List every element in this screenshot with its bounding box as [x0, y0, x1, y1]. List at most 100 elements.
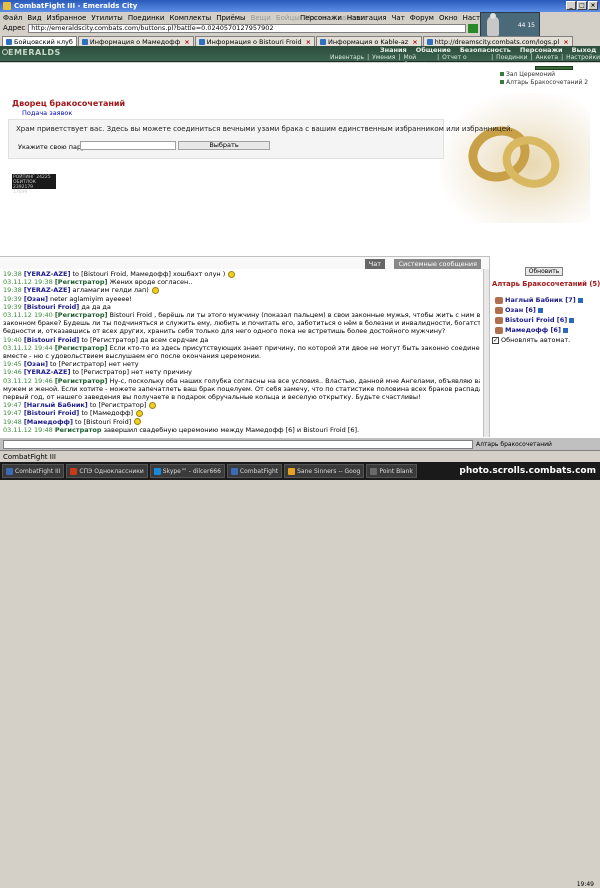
auto-refresh-option[interactable]: ✓ Обновлять автомат. — [492, 336, 570, 344]
minimize-button[interactable]: _ — [566, 1, 576, 10]
chat-author[interactable]: [Озан] — [24, 295, 48, 303]
tab-bistouri[interactable]: Информация о Bistouri Froid × — [194, 36, 316, 46]
chat-message: 19:45 [Озан] to [Регистратор] нет нету — [3, 360, 480, 368]
menu-utilities[interactable]: Утилиты — [91, 14, 123, 22]
chat-author[interactable]: [Bistouri Froid] — [24, 303, 79, 311]
nav-exit[interactable]: Выход — [572, 46, 597, 54]
taskbar-item[interactable]: Point Blank — [366, 464, 417, 478]
tab-label: Информация о Bistouri Froid — [206, 37, 302, 46]
user-info-icon[interactable] — [537, 307, 543, 313]
go-button[interactable] — [468, 23, 478, 33]
user-info-icon[interactable] — [577, 297, 583, 303]
menu-favorites[interactable]: Избранное — [47, 14, 87, 22]
chat-text: законном браке? Будешь ли ты подчиняться… — [3, 319, 480, 328]
room-user[interactable]: Мамедофф [6] — [495, 325, 583, 335]
chat-text: to [Bistouri Froid, Мамедофф] хошбахт ол… — [70, 270, 226, 278]
chat-author[interactable]: [YERAZ-AZE] — [24, 270, 71, 278]
pair-label: Укажите свою пару — [18, 143, 85, 151]
taskbar-item[interactable]: СПЭ Одноклассники — [66, 464, 148, 478]
location-altar[interactable]: Алтарь Бракосочетаний 2 — [500, 79, 588, 87]
chat-author[interactable]: Регистратор — [55, 426, 102, 434]
menu-items[interactable]: Вещи — [251, 14, 271, 22]
tab-icon — [198, 38, 205, 45]
nav-fights[interactable]: Поединки — [496, 54, 527, 62]
chat-input[interactable] — [3, 439, 473, 449]
taskbar-label: Skype™ - dilcer666 — [162, 467, 221, 475]
nav-profile[interactable]: Анкета — [536, 54, 559, 62]
menu-view[interactable]: Вид — [27, 14, 41, 22]
chat-author[interactable]: [YERAZ-AZE] — [24, 368, 71, 376]
maximize-button[interactable]: □ — [577, 1, 587, 10]
nav-inventory[interactable]: Инвентарь — [330, 54, 364, 62]
tab-close-icon[interactable]: × — [563, 38, 568, 46]
tab-label: Бойцовский клуб — [14, 37, 73, 46]
chat-author[interactable]: [Мамедофф] — [24, 418, 73, 426]
game-clock: 19:49 — [576, 881, 594, 888]
chat-author[interactable]: [Регистратор] — [55, 344, 108, 352]
tab-system-messages[interactable]: Системные сообщения — [394, 259, 481, 269]
nav-communication[interactable]: Общение — [416, 46, 451, 54]
taskbar-item[interactable]: Skype™ - dilcer666 — [149, 464, 225, 478]
chat-text: to [Мамедофф] — [79, 409, 134, 418]
nav-security[interactable]: Безопасность — [460, 46, 511, 54]
nav-knowledge[interactable]: Знания — [380, 46, 407, 54]
nav-settings[interactable]: Настройки — [566, 54, 600, 62]
tab-close-icon[interactable]: × — [184, 38, 189, 46]
menu-fights[interactable]: Поединки — [128, 14, 165, 22]
menu-navigation[interactable]: Навигация — [347, 14, 387, 22]
chat-text: Ну-с, поскольку оба наших голубка соглас… — [107, 376, 481, 385]
chat-message: 19:46 [YERAZ-AZE] to [Регистратор] нет н… — [3, 368, 480, 376]
menu-chat[interactable]: Чат — [392, 14, 405, 22]
refresh-button[interactable]: Обновить — [525, 267, 563, 276]
site-nav-primary: Знания Общение Безопасность Персонажи Вы… — [380, 46, 596, 54]
nav-scrapp[interactable]: Мой Скрапп — [403, 54, 434, 68]
chat-author[interactable]: [Bistouri Froid] — [24, 409, 79, 417]
menu-characters[interactable]: Персонажи — [300, 14, 342, 22]
nav-skills[interactable]: Умения — [372, 54, 395, 62]
menu-file[interactable]: Файл — [3, 14, 22, 22]
chat-message: 03.11.12 19:44 [Регистратор] Если кто-то… — [3, 344, 480, 352]
tab-kable[interactable]: Информация о Kable-az × — [316, 36, 422, 46]
chat-author[interactable]: [Озан] — [24, 360, 48, 368]
menu-window[interactable]: Окно — [439, 14, 458, 22]
chat-author[interactable]: [Регистратор] — [55, 278, 108, 286]
choose-button[interactable]: Выбрать — [178, 141, 270, 150]
taskbar-app-icon — [6, 467, 13, 475]
tab-close-icon[interactable]: × — [306, 38, 311, 46]
taskbar-item[interactable]: CombatFight — [226, 464, 283, 478]
apply-link[interactable]: Подача заявок — [22, 109, 72, 117]
user-info-icon[interactable] — [569, 317, 575, 323]
tab-club[interactable]: Бойцовский клуб — [2, 36, 77, 46]
tab-label: http://dreamscity.combats.com/logs.pl — [434, 37, 560, 46]
chat-author[interactable]: [Bistouri Froid] — [24, 336, 79, 344]
tab-close-icon[interactable]: × — [412, 38, 417, 46]
room-user[interactable]: Bistouri Froid [6] — [495, 315, 583, 325]
nav-transfer-report[interactable]: Отчет о переводе — [442, 54, 488, 68]
menu-sets[interactable]: Комплекты — [169, 14, 211, 22]
chat-message: 19:47 [Bistouri Froid] to [Мамедофф] — [3, 409, 480, 417]
menu-fighters[interactable]: Бойцы — [276, 14, 300, 22]
room-user[interactable]: Озан [6] — [495, 305, 583, 315]
window-title: CombatFight III - Emeralds City — [14, 2, 138, 10]
address-input[interactable]: http://emeraldscity.combats.com/buttons.… — [28, 23, 466, 33]
user-info-icon[interactable] — [562, 327, 568, 333]
nav-characters[interactable]: Персонажи — [520, 46, 563, 54]
tab-logs[interactable]: http://dreamscity.combats.com/logs.pl × — [422, 36, 573, 46]
taskbar-item[interactable]: CombatFight III — [2, 464, 65, 478]
tab-mamedoff[interactable]: Информация о Мамедофф × — [77, 36, 194, 46]
menu-forum[interactable]: Форум — [410, 14, 434, 22]
rating-counter: РОЙТИНГ 24225 ОБИТЛОК 2392179 17899 — [12, 174, 56, 195]
location-ceremony-hall[interactable]: Зал Церемоний — [500, 71, 588, 79]
chat-author[interactable]: [Регистратор] — [55, 311, 108, 319]
room-user[interactable]: Наглый Бабник [7] — [495, 295, 583, 305]
close-button[interactable]: × — [588, 1, 598, 10]
taskbar-item[interactable]: Sane Sinners -- Goog — [284, 464, 365, 478]
pair-input[interactable] — [80, 141, 176, 150]
chat-author[interactable]: [YERAZ-AZE] — [24, 286, 71, 294]
chat-author[interactable]: [Наглый Бабник] — [24, 401, 88, 409]
auto-refresh-checkbox[interactable]: ✓ — [492, 336, 499, 344]
menu-tricks[interactable]: Приёмы — [216, 14, 245, 22]
tab-chat[interactable]: Чат — [364, 259, 385, 269]
chat-author[interactable]: [Регистратор] — [55, 377, 108, 385]
avatar-stats: 44 15 — [517, 22, 535, 29]
